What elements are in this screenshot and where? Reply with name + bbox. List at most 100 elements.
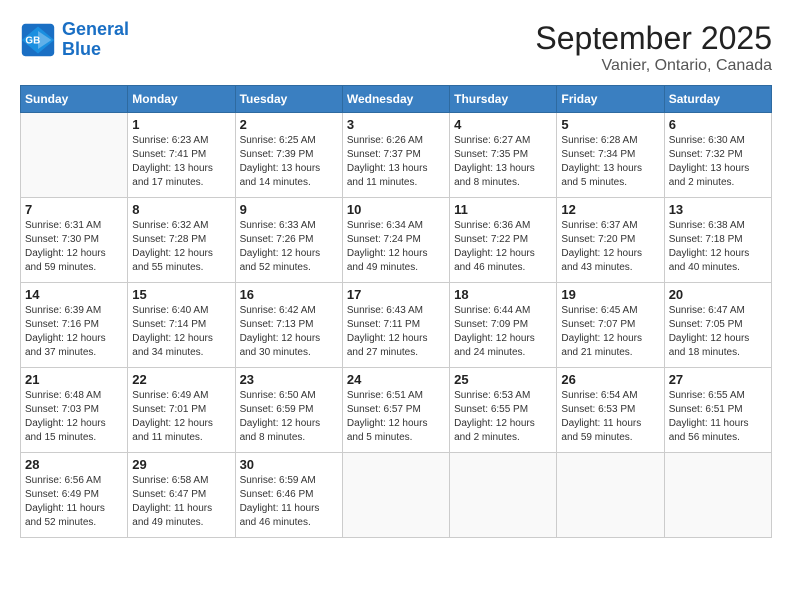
day-info: Sunrise: 6:50 AMSunset: 6:59 PMDaylight:…	[240, 389, 338, 445]
logo-text: General Blue	[62, 20, 129, 60]
title-block: September 2025 Vanier, Ontario, Canada	[535, 20, 772, 75]
weekday-header: Friday	[557, 86, 664, 113]
day-number: 28	[25, 457, 123, 472]
day-number: 7	[25, 202, 123, 217]
logo-line1: General	[62, 19, 129, 39]
day-number: 20	[669, 287, 767, 302]
calendar-cell: 13 Sunrise: 6:38 AMSunset: 7:18 PMDayligh…	[664, 198, 771, 283]
day-number: 3	[347, 117, 445, 132]
day-info: Sunrise: 6:49 AMSunset: 7:01 PMDaylight:…	[132, 389, 230, 445]
day-number: 9	[240, 202, 338, 217]
day-number: 6	[669, 117, 767, 132]
calendar-cell: 1Sunrise: 6:23 AMSunset: 7:41 PMDaylight…	[128, 113, 235, 198]
weekday-header: Wednesday	[342, 86, 449, 113]
day-info: Sunrise: 6:30 AMSunset: 7:32 PMDaylight:…	[669, 134, 767, 190]
day-number: 24	[347, 372, 445, 387]
calendar-cell: 25 Sunrise: 6:53 AMSunset: 6:55 PMDayligh…	[450, 368, 557, 453]
calendar-cell	[664, 453, 771, 538]
calendar-cell	[557, 453, 664, 538]
calendar-week-row: 1Sunrise: 6:23 AMSunset: 7:41 PMDaylight…	[21, 113, 772, 198]
day-number: 14	[25, 287, 123, 302]
calendar-cell	[21, 113, 128, 198]
day-info: Sunrise: 6:51 AMSunset: 6:57 PMDaylight:…	[347, 389, 445, 445]
day-info: Sunrise: 6:47 AMSunset: 7:05 PMDaylight:…	[669, 304, 767, 360]
calendar-cell: 9 Sunrise: 6:33 AMSunset: 7:26 PMDaylight…	[235, 198, 342, 283]
day-info: Sunrise: 6:42 AMSunset: 7:13 PMDaylight:…	[240, 304, 338, 360]
day-number: 22	[132, 372, 230, 387]
weekday-header: Thursday	[450, 86, 557, 113]
day-number: 13	[669, 202, 767, 217]
day-info: Sunrise: 6:48 AMSunset: 7:03 PMDaylight:…	[25, 389, 123, 445]
calendar-cell: 17Sunrise: 6:43 AMSunset: 7:11 PMDayligh…	[342, 283, 449, 368]
day-info: Sunrise: 6:33 AMSunset: 7:26 PMDaylight:…	[240, 219, 338, 275]
weekday-header: Monday	[128, 86, 235, 113]
day-info: Sunrise: 6:39 AMSunset: 7:16 PMDaylight:…	[25, 304, 123, 360]
calendar-cell: 10 Sunrise: 6:34 AMSunset: 7:24 PMDayligh…	[342, 198, 449, 283]
calendar-cell: 27 Sunrise: 6:55 AMSunset: 6:51 PMDayligh…	[664, 368, 771, 453]
calendar-cell: 8Sunrise: 6:32 AMSunset: 7:28 PMDaylight…	[128, 198, 235, 283]
day-info: Sunrise: 6:40 AMSunset: 7:14 PMDaylight:…	[132, 304, 230, 360]
day-info: Sunrise: 6:32 AMSunset: 7:28 PMDaylight:…	[132, 219, 230, 275]
day-info: Sunrise: 6:34 AMSunset: 7:24 PMDaylight:…	[347, 219, 445, 275]
day-number: 5	[561, 117, 659, 132]
logo-line2: Blue	[62, 39, 101, 59]
day-info: Sunrise: 6:25 AMSunset: 7:39 PMDaylight:…	[240, 134, 338, 190]
calendar-week-row: 7 Sunrise: 6:31 AMSunset: 7:30 PMDaylight…	[21, 198, 772, 283]
day-number: 11	[454, 202, 552, 217]
page-header: GB General Blue September 2025 Vanier, O…	[20, 20, 772, 75]
calendar-cell: 3 Sunrise: 6:26 AMSunset: 7:37 PMDaylight…	[342, 113, 449, 198]
day-info: Sunrise: 6:28 AMSunset: 7:34 PMDaylight:…	[561, 134, 659, 190]
day-number: 17	[347, 287, 445, 302]
day-number: 10	[347, 202, 445, 217]
day-info: Sunrise: 6:59 AMSunset: 6:46 PMDaylight:…	[240, 474, 338, 530]
day-info: Sunrise: 6:55 AMSunset: 6:51 PMDaylight:…	[669, 389, 767, 445]
day-number: 23	[240, 372, 338, 387]
day-info: Sunrise: 6:38 AMSunset: 7:18 PMDaylight:…	[669, 219, 767, 275]
day-number: 21	[25, 372, 123, 387]
day-info: Sunrise: 6:56 AMSunset: 6:49 PMDaylight:…	[25, 474, 123, 530]
logo: GB General Blue	[20, 20, 129, 60]
calendar-cell	[342, 453, 449, 538]
calendar-cell: 16 Sunrise: 6:42 AMSunset: 7:13 PMDayligh…	[235, 283, 342, 368]
calendar-cell: 22 Sunrise: 6:49 AMSunset: 7:01 PMDayligh…	[128, 368, 235, 453]
calendar-cell: 19Sunrise: 6:45 AMSunset: 7:07 PMDayligh…	[557, 283, 664, 368]
day-info: Sunrise: 6:53 AMSunset: 6:55 PMDaylight:…	[454, 389, 552, 445]
day-info: Sunrise: 6:58 AMSunset: 6:47 PMDaylight:…	[132, 474, 230, 530]
day-info: Sunrise: 6:54 AMSunset: 6:53 PMDaylight:…	[561, 389, 659, 445]
day-info: Sunrise: 6:26 AMSunset: 7:37 PMDaylight:…	[347, 134, 445, 190]
calendar-cell: 15 Sunrise: 6:40 AMSunset: 7:14 PMDayligh…	[128, 283, 235, 368]
calendar-header: SundayMondayTuesdayWednesdayThursdayFrid…	[21, 86, 772, 113]
day-number: 18	[454, 287, 552, 302]
day-number: 2	[240, 117, 338, 132]
day-number: 25	[454, 372, 552, 387]
day-info: Sunrise: 6:31 AMSunset: 7:30 PMDaylight:…	[25, 219, 123, 275]
calendar-cell	[450, 453, 557, 538]
day-number: 26	[561, 372, 659, 387]
calendar-table: SundayMondayTuesdayWednesdayThursdayFrid…	[20, 85, 772, 538]
calendar-cell: 5 Sunrise: 6:28 AMSunset: 7:34 PMDaylight…	[557, 113, 664, 198]
day-info: Sunrise: 6:27 AMSunset: 7:35 PMDaylight:…	[454, 134, 552, 190]
calendar-title: September 2025	[535, 20, 772, 57]
calendar-cell: 11 Sunrise: 6:36 AMSunset: 7:22 PMDayligh…	[450, 198, 557, 283]
calendar-cell: 26 Sunrise: 6:54 AMSunset: 6:53 PMDayligh…	[557, 368, 664, 453]
weekday-header: Tuesday	[235, 86, 342, 113]
day-info: Sunrise: 6:45 AMSunset: 7:07 PMDaylight:…	[561, 304, 659, 360]
calendar-week-row: 14 Sunrise: 6:39 AMSunset: 7:16 PMDayligh…	[21, 283, 772, 368]
calendar-cell: 24 Sunrise: 6:51 AMSunset: 6:57 PMDayligh…	[342, 368, 449, 453]
calendar-body: 1Sunrise: 6:23 AMSunset: 7:41 PMDaylight…	[21, 113, 772, 538]
calendar-week-row: 21 Sunrise: 6:48 AMSunset: 7:03 PMDayligh…	[21, 368, 772, 453]
calendar-cell: 14 Sunrise: 6:39 AMSunset: 7:16 PMDayligh…	[21, 283, 128, 368]
calendar-cell: 23 Sunrise: 6:50 AMSunset: 6:59 PMDayligh…	[235, 368, 342, 453]
day-number: 27	[669, 372, 767, 387]
day-info: Sunrise: 6:36 AMSunset: 7:22 PMDaylight:…	[454, 219, 552, 275]
day-info: Sunrise: 6:23 AMSunset: 7:41 PMDaylight:…	[132, 134, 230, 190]
calendar-cell: 6 Sunrise: 6:30 AMSunset: 7:32 PMDaylight…	[664, 113, 771, 198]
calendar-cell: 30Sunrise: 6:59 AMSunset: 6:46 PMDayligh…	[235, 453, 342, 538]
svg-text:GB: GB	[25, 35, 40, 46]
calendar-cell: 28 Sunrise: 6:56 AMSunset: 6:49 PMDayligh…	[21, 453, 128, 538]
day-number: 15	[132, 287, 230, 302]
calendar-cell: 2 Sunrise: 6:25 AMSunset: 7:39 PMDaylight…	[235, 113, 342, 198]
calendar-cell: 12Sunrise: 6:37 AMSunset: 7:20 PMDayligh…	[557, 198, 664, 283]
day-number: 16	[240, 287, 338, 302]
logo-icon: GB	[20, 22, 56, 58]
